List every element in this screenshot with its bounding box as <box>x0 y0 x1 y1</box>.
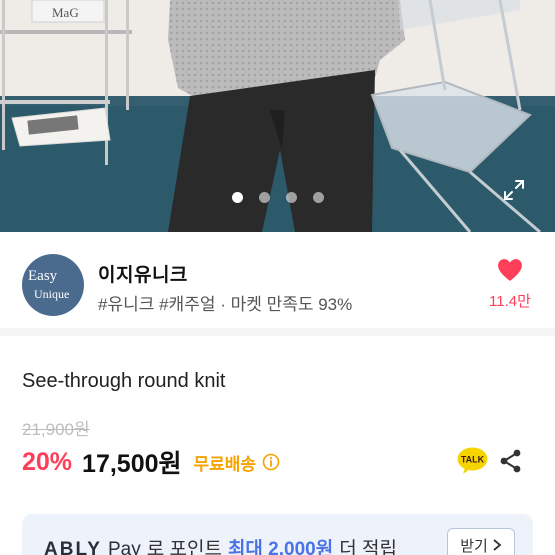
carousel-dot[interactable] <box>285 192 297 203</box>
sale-price: 17,500원 <box>82 450 182 478</box>
ably-logo: ABLY <box>44 539 102 555</box>
expand-button[interactable] <box>502 178 532 208</box>
share-button[interactable] <box>498 448 524 474</box>
product-image-carousel[interactable]: MaG <box>0 0 555 232</box>
original-price: 21,900원 <box>22 420 90 439</box>
seller-tags: #유니크 #캐주얼 · 마켓 만족도 93% <box>98 295 353 314</box>
price-row: 20% 17,500원 무료배송 <box>22 446 280 478</box>
info-icon[interactable] <box>262 453 280 471</box>
photo-sign-text: MaG <box>52 5 79 20</box>
seller-section: Easy Unique 이지유니크 #유니크 #캐주얼 · 마켓 만족도 93%… <box>0 232 555 336</box>
svg-text:TALK: TALK <box>461 455 485 465</box>
share-icon <box>500 449 521 473</box>
carousel-dot[interactable] <box>258 192 270 203</box>
kakao-talk-icon: TALK <box>457 447 488 474</box>
free-shipping-label: 무료배송 <box>193 454 257 474</box>
banner-text: ABLY Pay 로 포인트 최대 2,000원 더 적립 <box>44 534 397 555</box>
seller-logo-text: Unique <box>34 287 69 301</box>
carousel-pager <box>0 192 555 203</box>
seller-logo-text: Easy <box>28 268 58 284</box>
banner-text-part: 더 적립 <box>339 539 397 555</box>
receive-button-label: 받기 <box>460 537 488 555</box>
receive-button[interactable]: 받기 <box>447 528 515 555</box>
seller-logo[interactable]: Easy Unique <box>22 254 84 316</box>
kakao-talk-button[interactable]: TALK <box>457 447 488 475</box>
chevron-right-icon <box>493 539 502 551</box>
discount-rate: 20% <box>22 447 73 476</box>
pay-label: Pay <box>107 539 141 555</box>
like-count: 11.4만 <box>489 293 531 310</box>
banner-highlight: 최대 2,000원 <box>227 539 334 555</box>
ably-pay-banner[interactable]: ABLY Pay 로 포인트 최대 2,000원 더 적립 받기 <box>22 514 533 555</box>
banner-text-part: 로 포인트 <box>146 539 222 555</box>
carousel-dot[interactable] <box>312 192 324 203</box>
like-button[interactable]: 11.4만 <box>482 258 538 311</box>
product-name: See-through round knit <box>22 370 226 392</box>
heart-icon <box>498 259 522 281</box>
carousel-dot[interactable] <box>231 192 243 203</box>
seller-name[interactable]: 이지유니크 <box>98 260 188 287</box>
expand-icon <box>504 180 524 200</box>
